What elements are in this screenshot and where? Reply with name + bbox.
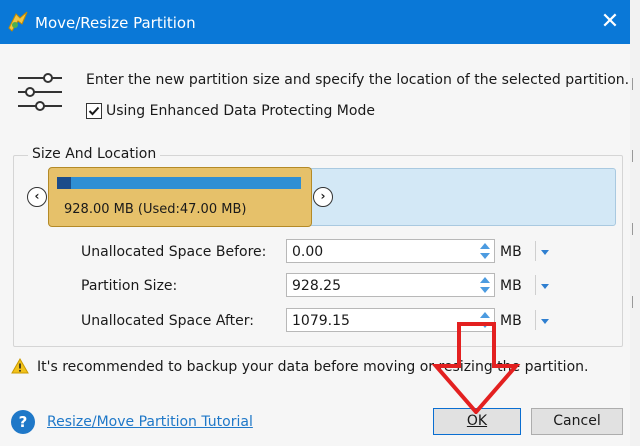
unit-divider <box>535 275 536 295</box>
partition-block[interactable] <box>48 167 312 227</box>
sliders-icon <box>18 73 62 111</box>
spin-down-icon[interactable] <box>480 287 490 293</box>
unallocated-before-value[interactable]: 0.00 <box>292 244 323 260</box>
unit-dropdown-icon[interactable] <box>541 319 549 324</box>
unit-dropdown-icon[interactable] <box>541 250 549 255</box>
spin-down-icon[interactable] <box>480 253 490 259</box>
warning-icon <box>11 358 29 374</box>
cancel-button[interactable]: Cancel <box>531 408 623 435</box>
partition-size-input[interactable]: 928.25 <box>286 273 495 297</box>
unit-divider <box>535 310 536 330</box>
partition-usage-bar <box>57 177 301 189</box>
unit-dropdown-icon[interactable] <box>541 284 549 289</box>
spin-up-icon[interactable] <box>480 312 490 318</box>
unit-divider <box>535 241 536 261</box>
unallocated-before-label: Unallocated Space Before: <box>81 244 267 260</box>
move-left-handle[interactable]: ‹ <box>27 187 47 207</box>
unallocated-after-label: Unallocated Space After: <box>81 313 254 329</box>
unallocated-before-input[interactable]: 0.00 <box>286 239 495 263</box>
enhanced-protection-label[interactable]: Using Enhanced Data Protecting Mode <box>106 103 375 119</box>
instruction-text: Enter the new partition size and specify… <box>86 72 630 88</box>
partition-size-label: 928.00 MB (Used:47.00 MB) <box>64 202 247 217</box>
partition-used-segment <box>57 177 71 189</box>
partition-size-field-label: Partition Size: <box>81 278 178 294</box>
partition-size-value[interactable]: 928.25 <box>292 278 341 294</box>
unallocated-after-value[interactable]: 1079.15 <box>292 313 350 329</box>
spin-up-icon[interactable] <box>480 277 490 283</box>
cancel-button-label: Cancel <box>553 413 601 429</box>
move-right-handle[interactable]: › <box>313 187 333 207</box>
spinner[interactable] <box>476 274 494 296</box>
move-resize-dialog: Move/Resize Partition ✕ Enter the new pa… <box>0 0 630 446</box>
tutorial-link[interactable]: Resize/Move Partition Tutorial <box>47 414 253 430</box>
unit-label: MB <box>500 278 522 294</box>
title-bar[interactable]: Move/Resize Partition ✕ <box>0 0 630 44</box>
close-icon[interactable]: ✕ <box>594 6 626 38</box>
ok-button-label: OK <box>466 413 488 429</box>
window-title: Move/Resize Partition <box>35 14 196 32</box>
unit-label: MB <box>500 244 522 260</box>
spinner[interactable] <box>476 240 494 262</box>
help-icon[interactable]: ? <box>11 410 35 434</box>
group-legend: Size And Location <box>28 146 161 162</box>
annotation-arrow-icon <box>432 322 521 414</box>
enhanced-protection-checkbox[interactable] <box>86 103 102 119</box>
app-icon <box>8 11 28 32</box>
checkmark-icon <box>88 106 100 116</box>
spin-up-icon[interactable] <box>480 243 490 249</box>
